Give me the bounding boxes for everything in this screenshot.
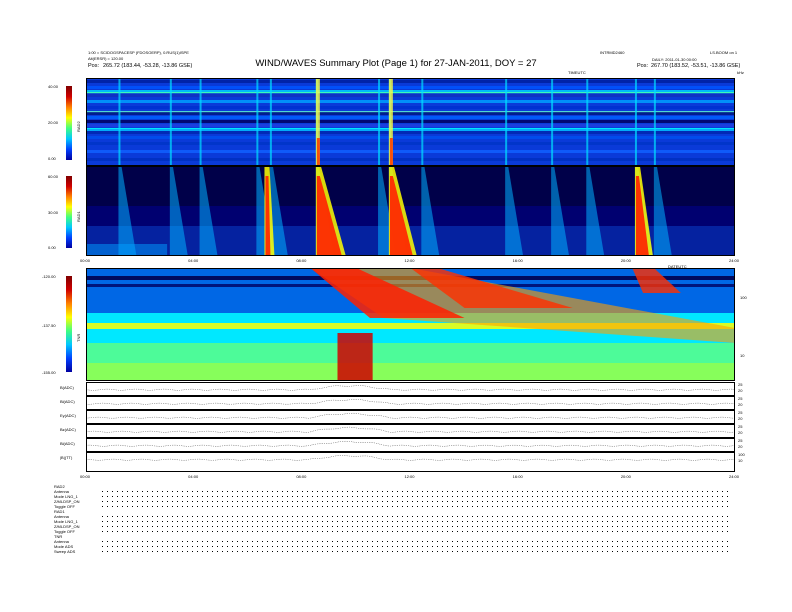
tnr-frame: [86, 268, 735, 381]
rad2-tick-bot: 0.00: [48, 156, 56, 161]
footer-row-dots: [100, 521, 730, 522]
rad2-tick-mid: 20.00: [48, 120, 59, 125]
footer-row-dots: [100, 491, 730, 492]
tnr-right-tick-bot: 10: [740, 353, 745, 358]
mag-trace-line: [86, 455, 735, 461]
time-tick-label: 20:00: [620, 474, 631, 479]
time-tick-label: 00:00: [80, 258, 91, 263]
footer-row-dots: [100, 546, 730, 547]
mag-panel-right-tick: 20: [738, 444, 743, 449]
footer-row-dots: [100, 526, 730, 527]
mag-trace-line: [86, 426, 735, 433]
mag-panel-label: Bz(ADC): [60, 427, 76, 432]
time-tick-label: 08:00: [296, 258, 307, 263]
mag-panel-label: Bl(ADC): [60, 441, 75, 446]
footer-row-dots: [100, 516, 730, 517]
mag-panel-right-tick: 25: [738, 396, 743, 401]
mag-trace: [86, 440, 735, 447]
time-tick-label: 04:00: [188, 258, 199, 263]
footer-row-label: Sweep ADS: [54, 549, 76, 554]
mag-panel-label: B(ADC): [60, 385, 74, 390]
rad2-label: RAD2: [76, 121, 81, 132]
mag-trace-line: [86, 385, 735, 391]
rad1-frame: [86, 166, 735, 256]
rad1-label: RAD1: [76, 211, 81, 222]
mag-panel-right-tick: 25: [738, 410, 743, 415]
rad1-tick-top: 60.00: [48, 174, 59, 179]
header-left-line1: 1:00 = SCIDOGSPACESP (FDOSOERP), 0.RUS(1…: [88, 50, 189, 55]
tnr-tick-bot: -155.00: [42, 370, 56, 375]
mag-panel-right-tick: 20: [738, 402, 743, 407]
mag-panel-right-tick: 10: [738, 458, 743, 463]
mag-panel-right-tick: 25: [738, 438, 743, 443]
mag-trace-line: [86, 412, 735, 419]
header-right-pos-label: Pos:: [637, 63, 649, 69]
mag-panel-right-tick: 20: [738, 388, 743, 393]
mag-panel-right-tick: 25: [738, 424, 743, 429]
rad1-colorbar: [66, 176, 72, 248]
rad2-tick-top: 40.00: [48, 84, 59, 89]
footer-row-dots: [100, 501, 730, 502]
time-tick-label: 24:00: [729, 258, 740, 263]
mag-trace: [86, 399, 735, 405]
mag-trace: [86, 426, 735, 433]
rad1-tick-bot: 0.00: [48, 245, 56, 250]
header-daily: DAILY: 2011-01-30 00:00: [652, 57, 697, 62]
header-center-right: INTRMD2460: [600, 50, 625, 55]
mag-panel-right-tick: 20: [738, 430, 743, 435]
tnr-colorbar: [66, 276, 72, 372]
time-tick-label: 12:00: [404, 474, 415, 479]
mag-panel-label: Ey(ADC): [60, 413, 76, 418]
mag-panel-label: Bl(ADC): [60, 399, 75, 404]
mag-trace-line: [86, 399, 735, 405]
footer-row-dots: [100, 541, 730, 542]
header-right-corner: LS.BOOM on 1: [710, 50, 738, 55]
tnr-label: TNR: [76, 333, 81, 342]
mag-panel-right-tick: 25: [738, 382, 743, 387]
mag-panel-label: |B|(TT): [60, 455, 73, 460]
mag-trace-line: [86, 440, 735, 447]
tnr-right-tick-top: 100: [740, 295, 747, 300]
rad2-colorbar: [66, 86, 72, 160]
footer-row-dots: [100, 531, 730, 532]
tnr-tick-top: -120.00: [42, 274, 56, 279]
footer-row-dots: [100, 506, 730, 507]
rad1-tick-mid: 30.00: [48, 210, 59, 215]
time-tick-label: 20:00: [620, 258, 631, 263]
header-unit-top: kHz: [737, 70, 744, 75]
header-time-label-top: TIMEUTC: [568, 70, 586, 75]
time-tick-label: 12:00: [404, 258, 415, 263]
mag-panel-right-tick: 20: [738, 416, 743, 421]
mag-panel-right-tick: 100: [738, 452, 745, 457]
time-tick-label: 16:00: [512, 258, 523, 263]
footer-row-dots: [100, 496, 730, 497]
header-right-pos: 267.70 (183.52, -53.51, -13.86 GSE): [651, 63, 741, 69]
mag-trace: [86, 412, 735, 419]
time-tick-label: 16:00: [512, 474, 523, 479]
time-tick-label: 08:00: [296, 474, 307, 479]
mag-trace: [86, 385, 735, 391]
mag-trace: [86, 455, 735, 461]
time-tick-label: 04:00: [188, 474, 199, 479]
rad2-frame: [86, 78, 735, 166]
tnr-tick-mid: -137.50: [42, 323, 56, 328]
footer-row-dots: [100, 551, 730, 552]
time-tick-label: 24:00: [729, 474, 740, 479]
time-tick-label: 00:00: [80, 474, 91, 479]
